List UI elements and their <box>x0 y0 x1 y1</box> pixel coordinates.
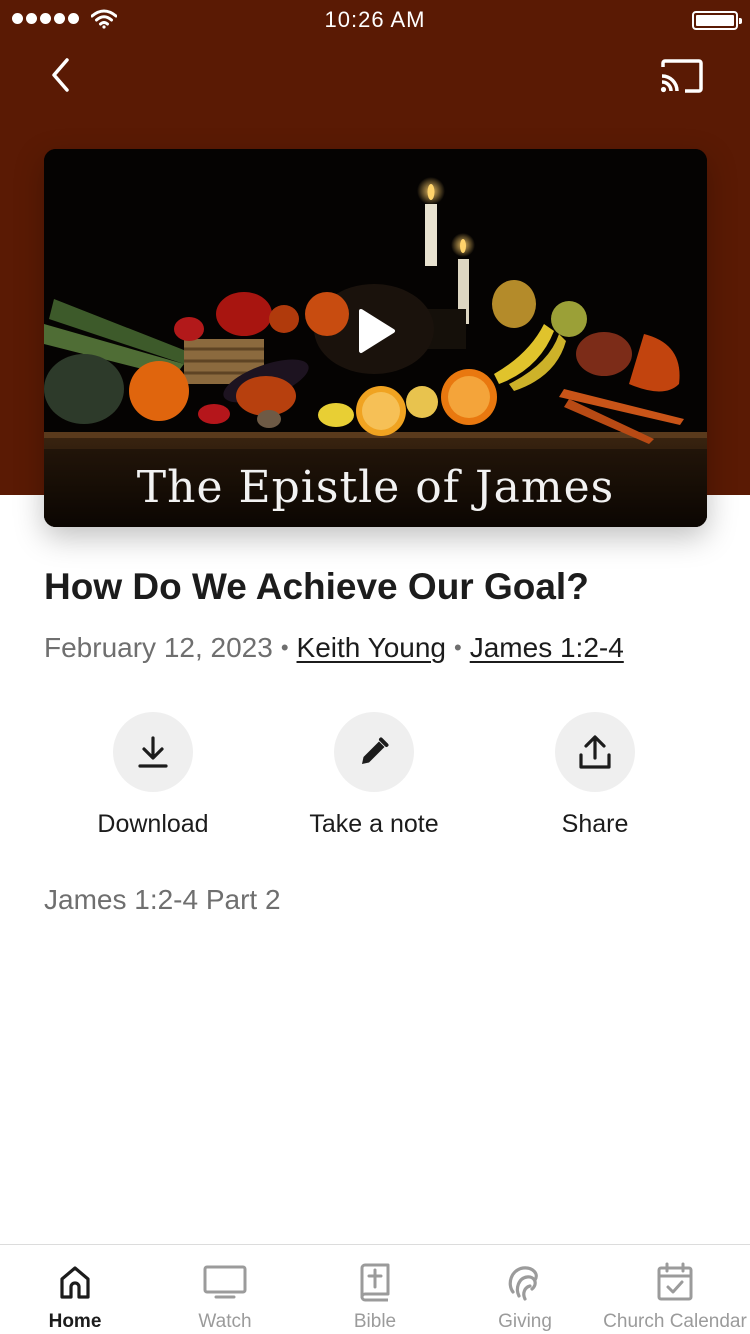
home-icon <box>52 1259 98 1305</box>
download-label: Download <box>97 810 209 838</box>
share-button-circle[interactable] <box>555 712 635 792</box>
tab-watch[interactable]: Watch <box>150 1245 300 1334</box>
tab-bible[interactable]: Bible <box>300 1245 450 1334</box>
video-player[interactable]: The Epistle of James <box>44 149 707 527</box>
speaker-link[interactable]: Keith Young <box>297 632 447 663</box>
series-title: The Epistle of James <box>136 462 615 513</box>
giving-icon <box>502 1259 548 1305</box>
take-note-label: Take a note <box>309 810 439 838</box>
sermon-date: February 12, 2023 <box>44 632 273 663</box>
tab-church-calendar-label: Church Calendar <box>603 1311 747 1332</box>
tab-watch-label: Watch <box>198 1311 252 1332</box>
status-bar: 10:26 AM <box>0 0 750 40</box>
share-icon <box>579 735 611 769</box>
take-note-button-circle[interactable] <box>334 712 414 792</box>
share-button[interactable]: Share <box>495 712 695 839</box>
battery-icon <box>692 11 742 30</box>
take-note-button[interactable]: Take a note <box>274 712 474 839</box>
meta-separator: • <box>280 635 289 660</box>
back-button[interactable] <box>40 52 80 98</box>
tab-home-label: Home <box>48 1311 102 1332</box>
tab-bible-label: Bible <box>353 1311 397 1332</box>
sermon-description: James 1:2-4 Part 2 <box>44 884 281 915</box>
download-button[interactable]: Download <box>53 712 253 839</box>
status-time: 10:26 AM <box>324 7 426 32</box>
share-label: Share <box>561 810 629 838</box>
sermon-meta: February 12, 2023 • Keith Young • James 1:2-… <box>44 632 624 664</box>
download-button-circle[interactable] <box>113 712 193 792</box>
calendar-icon <box>652 1259 698 1305</box>
tab-giving-label: Giving <box>498 1311 552 1332</box>
meta-separator: • <box>454 635 462 660</box>
tab-church-calendar[interactable]: Church Calendar <box>600 1245 750 1334</box>
tv-icon <box>202 1259 248 1305</box>
download-icon <box>138 736 168 768</box>
action-bar: Download Take a note Share <box>0 712 750 852</box>
play-button[interactable] <box>336 291 416 371</box>
chevron-left-icon <box>52 58 69 92</box>
play-icon <box>359 309 395 353</box>
pencil-icon <box>362 737 389 764</box>
bottom-tab-bar: Home Watch Bible Giving Church Calendar <box>0 1244 750 1334</box>
sermon-title: How Do We Achieve Our Goal? <box>44 566 589 607</box>
scripture-link[interactable]: James 1:2-4 <box>470 632 624 663</box>
bible-icon <box>352 1259 398 1305</box>
cast-button[interactable] <box>656 54 706 98</box>
tab-giving[interactable]: Giving <box>450 1245 600 1334</box>
cast-icon <box>660 59 703 93</box>
tab-home[interactable]: Home <box>0 1245 150 1334</box>
